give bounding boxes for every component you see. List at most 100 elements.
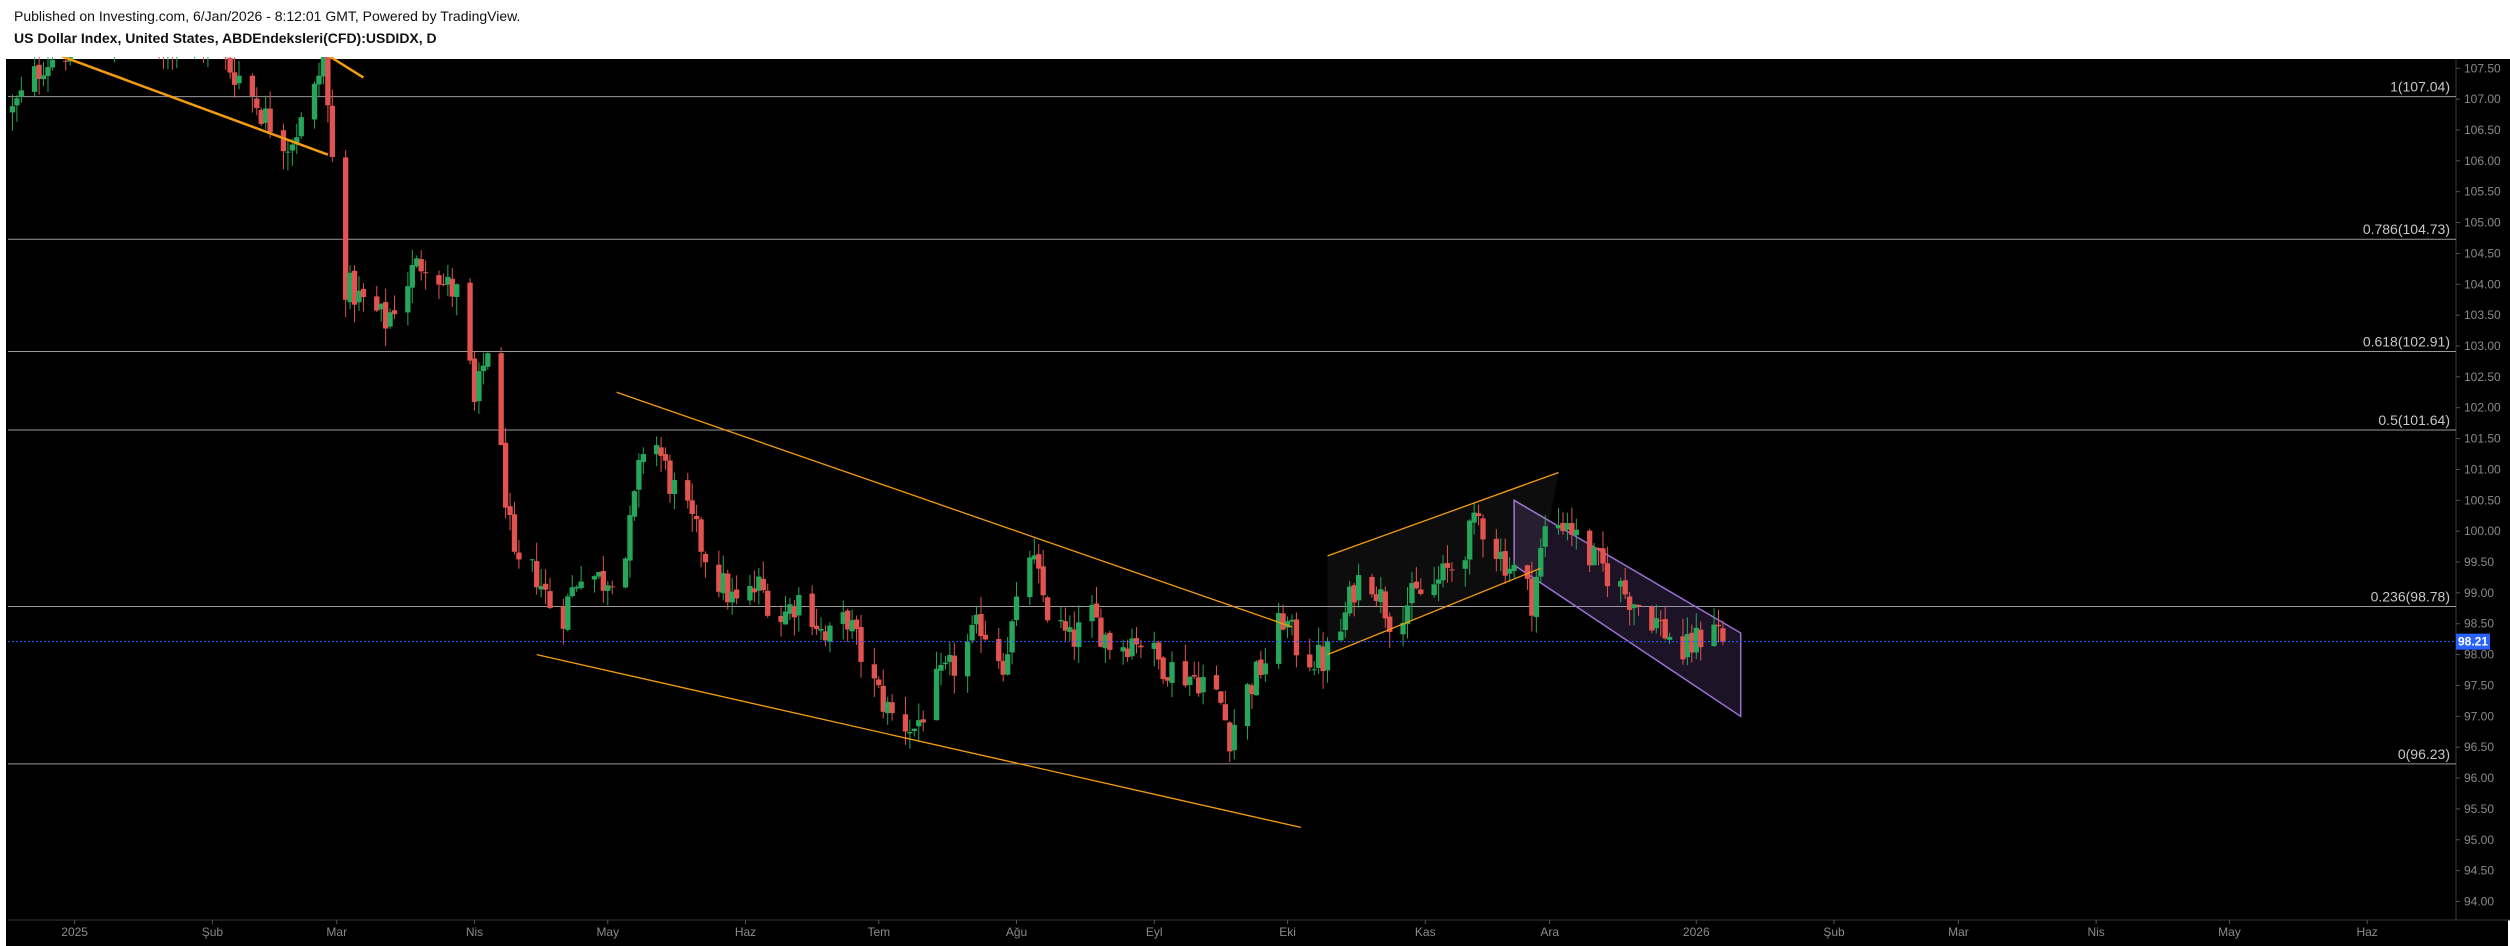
candle-body — [951, 655, 957, 676]
candle-body — [889, 702, 895, 714]
candle-body — [1338, 631, 1344, 641]
x-tick-label: Tem — [867, 925, 890, 939]
candle-body — [360, 288, 367, 298]
candle-body — [1342, 612, 1348, 631]
candle-body — [1467, 520, 1473, 560]
chart-title: US Dollar Index, United States, ABDEndek… — [14, 30, 437, 46]
candle-body — [640, 453, 646, 463]
candle-body — [1431, 584, 1437, 596]
candle-body — [1093, 603, 1100, 618]
candle-body — [387, 312, 393, 327]
candle-body — [1324, 641, 1331, 671]
y-tick-label: 102.00 — [2464, 401, 2501, 415]
y-tick-label: 101.00 — [2464, 462, 2501, 476]
x-tick-label: Şub — [1823, 925, 1845, 939]
y-tick-label: 98.50 — [2464, 617, 2494, 631]
candle-body — [1138, 645, 1144, 648]
candle-body — [662, 454, 669, 461]
x-tick-label: Ara — [1540, 925, 1559, 939]
x-tick-label: Eki — [1279, 925, 1296, 939]
candle-body — [267, 108, 273, 133]
y-tick-label: 106.50 — [2464, 123, 2501, 137]
candle-body — [622, 558, 629, 588]
candle-body — [1662, 619, 1668, 639]
y-tick-label: 97.50 — [2464, 678, 2494, 692]
candle-body — [631, 491, 638, 517]
candle-body — [485, 353, 491, 367]
candle-body — [1653, 618, 1659, 629]
candle-body — [942, 662, 949, 665]
y-tick-label: 95.50 — [2464, 802, 2494, 816]
candle-body — [1009, 621, 1015, 653]
x-tick-label: Eyl — [1146, 925, 1163, 939]
candle-body — [1369, 576, 1375, 595]
y-tick-label: 100.00 — [2464, 524, 2501, 538]
y-tick-label: 103.50 — [2464, 308, 2501, 322]
candle-body — [1413, 581, 1420, 589]
candle-body — [765, 590, 771, 616]
fib-level-label: 0.236(98.78) — [2371, 588, 2450, 604]
candle-body — [14, 98, 20, 106]
x-tick-label: 2026 — [1683, 925, 1710, 939]
candle-body — [1715, 624, 1722, 627]
candle-body — [280, 130, 287, 152]
plot-background — [6, 59, 2456, 920]
candle-body — [747, 585, 753, 601]
y-tick-label: 101.50 — [2464, 432, 2501, 446]
candle-body — [391, 310, 398, 315]
candle-body — [1382, 591, 1388, 619]
x-tick-label: Şub — [202, 925, 224, 939]
y-tick-label: 104.00 — [2464, 277, 2501, 291]
candle-body — [996, 639, 1002, 662]
chart-area[interactable]: 94.00 94.50 95.00 95.50 96.00 96.50 97.00 97.50… — [0, 57, 2510, 946]
candle-body — [49, 59, 56, 68]
y-tick-label: 94.00 — [2464, 894, 2494, 908]
candle-body — [1218, 691, 1224, 703]
y-tick-label: 105.50 — [2464, 185, 2501, 199]
candle-body — [1444, 563, 1451, 568]
candle-body — [933, 668, 940, 721]
candle-body — [1711, 624, 1717, 647]
candle-body — [920, 719, 926, 723]
candle-body — [298, 117, 304, 137]
candle-body — [476, 371, 482, 402]
candle-body — [1311, 669, 1317, 671]
candle-body — [45, 67, 51, 76]
candle-body — [1231, 724, 1237, 751]
x-tick-label: May — [596, 925, 619, 939]
candle-body — [1187, 676, 1193, 686]
fib-level-label: 0(96.23) — [2398, 746, 2450, 762]
y-tick-label: 107.50 — [2464, 61, 2501, 75]
candle-body — [1200, 677, 1206, 693]
y-tick-label: 107.00 — [2464, 92, 2501, 106]
candle-body — [254, 98, 260, 109]
candle-body — [911, 728, 918, 731]
last-price-label: 98.21 — [2458, 635, 2488, 649]
y-tick-label: 103.00 — [2464, 339, 2501, 353]
x-tick-label: Mar — [1948, 925, 1969, 939]
candle-body — [578, 581, 584, 588]
candle-body — [702, 553, 709, 563]
candle-body — [693, 515, 700, 520]
candle-body — [542, 583, 549, 590]
candle-body — [627, 515, 633, 561]
x-tick-label: Nis — [466, 925, 483, 939]
candle-body — [978, 613, 984, 637]
candle-body — [1524, 565, 1531, 579]
candle-body — [516, 552, 522, 560]
time-axis-background — [6, 920, 2508, 946]
candle-body — [1044, 597, 1051, 621]
candle-body — [316, 75, 322, 85]
candle-body — [1533, 576, 1539, 618]
chart-header: Published on Investing.com, 6/Jan/2026 -… — [0, 0, 2510, 57]
fib-level-label: 0.786(104.73) — [2363, 221, 2450, 237]
candle-body — [796, 594, 802, 616]
candle-body — [1262, 663, 1268, 675]
candle-body — [409, 265, 415, 288]
x-tick-label: Haz — [2356, 925, 2377, 939]
x-tick-label: Kas — [1415, 925, 1436, 939]
candlestick-chart[interactable]: 94.00 94.50 95.00 95.50 96.00 96.50 97.00 97.50… — [0, 57, 2510, 946]
candle-body — [569, 587, 575, 597]
candle-body — [1720, 628, 1726, 642]
y-tick-label: 96.50 — [2464, 740, 2494, 754]
